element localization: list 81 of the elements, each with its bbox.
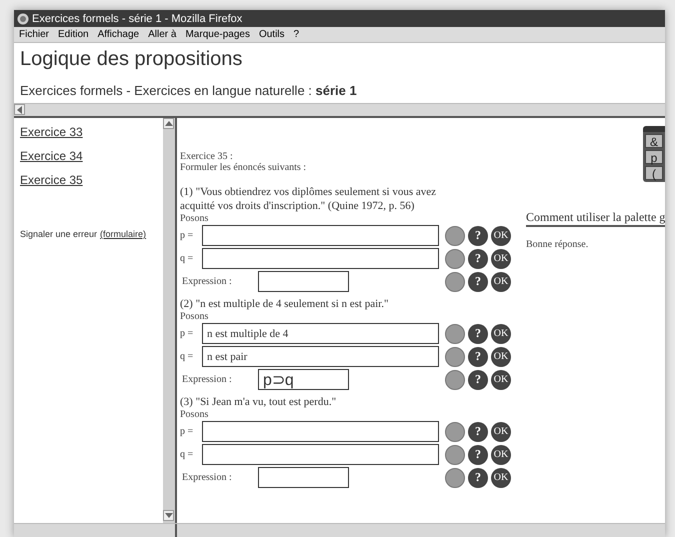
up-arrow-icon bbox=[164, 120, 172, 126]
status-indicator bbox=[445, 370, 465, 390]
help-button[interactable]: ? bbox=[468, 324, 488, 344]
exercise-prompt: (1) "Vous obtiendrez vos diplômes seulement si vous avez acquitté vos droits d'inscription." (Quine 1972, p. 56) bbox=[180, 185, 438, 213]
menu-item[interactable]: Edition bbox=[58, 29, 89, 40]
form-link[interactable]: (formulaire) bbox=[100, 229, 146, 239]
palette-key[interactable]: ( bbox=[645, 166, 663, 180]
help-button[interactable]: ? bbox=[468, 444, 488, 464]
field-label: p = bbox=[180, 230, 194, 241]
ok-button[interactable]: OK bbox=[491, 370, 511, 390]
help-button[interactable]: ? bbox=[468, 370, 488, 390]
menu-item[interactable]: Fichier bbox=[19, 29, 50, 40]
exercise-link[interactable]: Exercice 35 bbox=[20, 173, 83, 187]
posons-label: Posons bbox=[180, 409, 210, 420]
ok-button[interactable]: OK bbox=[491, 248, 511, 268]
ok-button[interactable]: OK bbox=[491, 422, 511, 442]
exercise-prompt: (3) "Si Jean m'a vu, tout est perdu." bbox=[180, 395, 338, 409]
horizontal-scrollbar[interactable] bbox=[14, 524, 177, 537]
input-field[interactable] bbox=[202, 421, 439, 442]
vertical-scrollbar[interactable] bbox=[163, 118, 175, 523]
menu-item[interactable]: Outils bbox=[258, 29, 285, 40]
status-indicator bbox=[445, 444, 465, 464]
browser-logo-icon bbox=[17, 12, 29, 24]
expression-field[interactable] bbox=[258, 467, 349, 488]
field-label: Expression : bbox=[181, 374, 233, 385]
window-title: Exercices formels - série 1 - Mozilla Firefox bbox=[32, 12, 242, 24]
exercise-link[interactable]: Exercice 33 bbox=[20, 125, 83, 139]
ok-button[interactable]: OK bbox=[491, 444, 511, 464]
ok-button[interactable]: OK bbox=[491, 272, 511, 292]
input-field[interactable] bbox=[202, 444, 439, 465]
page-subtitle: Exercices formels - Exercices en langue naturelle : série 1 bbox=[20, 83, 358, 98]
feedback-text: Bonne réponse. bbox=[526, 239, 588, 250]
help-button[interactable]: ? bbox=[468, 248, 488, 268]
ok-button[interactable]: OK bbox=[491, 346, 511, 366]
page-title: Logique des propositions bbox=[20, 48, 244, 71]
field-label: q = bbox=[180, 351, 194, 362]
status-indicator bbox=[445, 248, 465, 268]
input-field[interactable]: n est multiple de 4 bbox=[202, 323, 439, 344]
down-arrow-icon bbox=[164, 512, 172, 518]
horizontal-scrollbar[interactable] bbox=[14, 103, 665, 118]
help-button[interactable]: ? bbox=[468, 468, 488, 488]
posons-label: Posons bbox=[180, 311, 210, 322]
field-label: p = bbox=[180, 328, 194, 339]
instruction-text: Formuler les énoncés suivants : bbox=[180, 162, 308, 173]
exercise-link[interactable]: Exercice 34 bbox=[20, 149, 83, 163]
help-button[interactable]: ? bbox=[468, 346, 488, 366]
status-indicator bbox=[445, 468, 465, 488]
ok-button[interactable]: OK bbox=[491, 324, 511, 344]
posons-label: Posons bbox=[180, 213, 210, 224]
menu-item[interactable]: ? bbox=[294, 29, 300, 40]
input-field[interactable] bbox=[202, 248, 439, 269]
field-label: p = bbox=[180, 426, 194, 437]
status-indicator bbox=[445, 346, 465, 366]
menu-item[interactable]: Aller à bbox=[148, 29, 176, 40]
horizontal-scrollbar[interactable] bbox=[177, 524, 665, 537]
input-field[interactable] bbox=[202, 225, 439, 246]
palette-key[interactable]: p bbox=[645, 150, 663, 164]
status-indicator bbox=[445, 226, 465, 246]
left-arrow-icon bbox=[16, 106, 22, 114]
menu-item[interactable]: Marque-pages bbox=[185, 29, 250, 40]
field-label: q = bbox=[180, 449, 194, 460]
field-label: Expression : bbox=[181, 276, 233, 287]
help-link[interactable]: Comment utiliser la palette g bbox=[526, 210, 665, 227]
exercise-heading: Exercice 35 : bbox=[180, 151, 234, 162]
help-button[interactable]: ? bbox=[468, 226, 488, 246]
palette-key[interactable]: & bbox=[645, 134, 663, 148]
ok-button[interactable]: OK bbox=[491, 468, 511, 488]
menu-item[interactable]: Affichage bbox=[98, 29, 140, 40]
help-button[interactable]: ? bbox=[468, 422, 488, 442]
field-label: Expression : bbox=[181, 472, 233, 483]
status-indicator bbox=[445, 324, 465, 344]
exercise-prompt: (2) "n est multiple de 4 seulement si n est pair." bbox=[180, 297, 390, 311]
report-text: Signaler une erreur bbox=[20, 229, 98, 239]
help-button[interactable]: ? bbox=[468, 272, 488, 292]
expression-field[interactable]: p⊃q bbox=[258, 369, 349, 390]
status-indicator bbox=[445, 422, 465, 442]
expression-field[interactable] bbox=[258, 271, 349, 292]
field-label: q = bbox=[180, 253, 194, 264]
input-field[interactable]: n est pair bbox=[202, 346, 439, 367]
ok-button[interactable]: OK bbox=[491, 226, 511, 246]
status-indicator bbox=[445, 272, 465, 292]
